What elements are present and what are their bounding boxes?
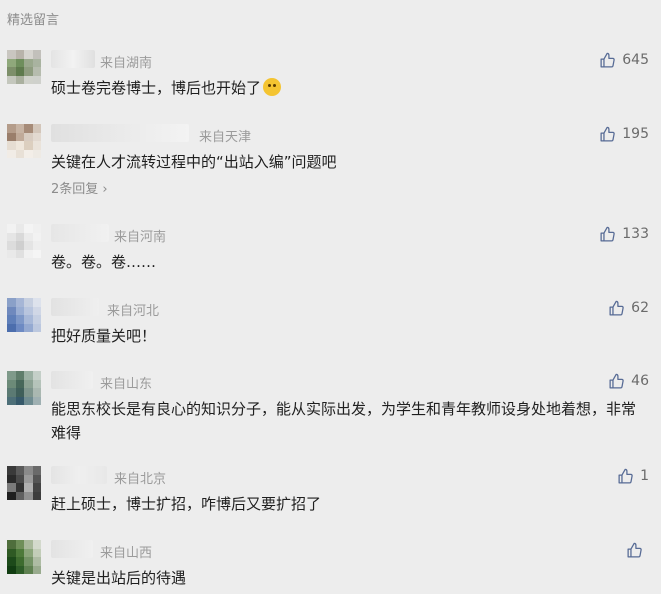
like-button[interactable]: 195 bbox=[599, 124, 649, 144]
cat-face-emoji bbox=[263, 78, 282, 96]
location-label: 来自山东 bbox=[100, 377, 153, 392]
comment-text: 能思东校长是有良心的知识分子，能从实际出发，为学生和青年教师设身处地着想，非常难… bbox=[51, 400, 637, 442]
location-label: 来自山西 bbox=[100, 546, 153, 561]
like-button[interactable]: 645 bbox=[599, 50, 649, 70]
nickname-blurred[interactable] bbox=[51, 50, 95, 68]
nickname-blurred[interactable] bbox=[51, 371, 93, 389]
avatar[interactable] bbox=[7, 540, 41, 574]
thumbs-up-icon bbox=[600, 52, 616, 68]
location-label: 来自河北 bbox=[107, 304, 160, 319]
thumbs-up-icon bbox=[627, 542, 642, 558]
comment-text: 硕士卷完卷博士，博后也开始了 bbox=[51, 76, 636, 100]
like-count: 62 bbox=[631, 300, 649, 316]
thumbs-up-icon bbox=[600, 226, 616, 242]
location-label: 来自湖南 bbox=[100, 56, 153, 71]
thumbs-up-icon bbox=[609, 300, 624, 316]
like-button[interactable] bbox=[626, 540, 649, 560]
avatar[interactable] bbox=[7, 298, 41, 332]
like-count: 1 bbox=[640, 468, 649, 484]
like-count: 133 bbox=[622, 226, 649, 242]
location-label: 来自北京 bbox=[114, 472, 167, 487]
like-button[interactable]: 62 bbox=[608, 298, 649, 318]
nickname-blurred[interactable] bbox=[51, 466, 107, 484]
thumbs-up-icon bbox=[600, 126, 616, 142]
like-count: 46 bbox=[631, 373, 649, 389]
thumbs-up-icon bbox=[609, 373, 624, 389]
comment-text: 赶上硕士，博士扩招，咋博后又要扩招了 bbox=[51, 495, 322, 513]
like-count: 645 bbox=[622, 52, 649, 68]
like-button[interactable]: 1 bbox=[617, 466, 649, 486]
comment-text: 关键是出站后的待遇 bbox=[51, 569, 187, 587]
location-label: 来自河南 bbox=[114, 230, 167, 245]
nickname-blurred[interactable] bbox=[51, 540, 93, 558]
section-title: 精选留言 bbox=[7, 13, 60, 28]
comment-text: 卷。卷。卷…… bbox=[51, 253, 157, 271]
nickname-blurred[interactable] bbox=[51, 224, 109, 242]
thumbs-up-icon bbox=[618, 468, 633, 484]
nickname-blurred[interactable] bbox=[51, 298, 99, 316]
like-count: 195 bbox=[622, 126, 649, 142]
comment-text: 关键在人才流转过程中的“出站入编”问题吧 bbox=[51, 153, 337, 171]
avatar[interactable] bbox=[7, 50, 41, 84]
like-button[interactable]: 133 bbox=[599, 224, 649, 244]
like-button[interactable]: 46 bbox=[608, 371, 649, 391]
avatar[interactable] bbox=[7, 224, 41, 258]
nickname-blurred[interactable] bbox=[51, 124, 189, 142]
avatar[interactable] bbox=[7, 124, 41, 158]
avatar[interactable] bbox=[7, 466, 41, 500]
replies-link[interactable]: 2条回复 › bbox=[51, 178, 108, 197]
location-label: 来自天津 bbox=[199, 130, 252, 145]
comment-text: 把好质量关吧！ bbox=[51, 327, 157, 345]
avatar[interactable] bbox=[7, 371, 41, 405]
